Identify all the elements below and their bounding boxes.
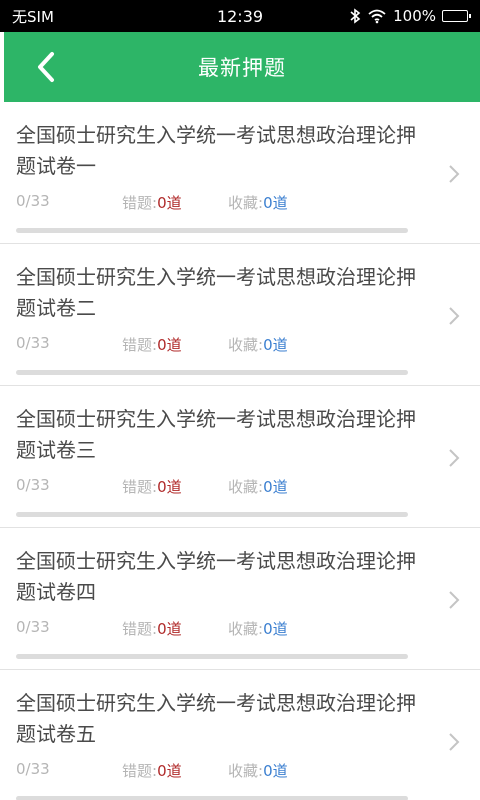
exam-list: 全国硕士研究生入学统一考试思想政治理论押题试卷一 0/33 错题:0道 收藏:0… bbox=[0, 102, 480, 800]
list-item[interactable]: 全国硕士研究生入学统一考试思想政治理论押题试卷一 0/33 错题:0道 收藏:0… bbox=[0, 102, 480, 244]
favorite-label: 收藏: bbox=[228, 194, 264, 212]
favorite-count: 收藏:0道 bbox=[228, 618, 288, 639]
favorite-label: 收藏: bbox=[228, 336, 264, 354]
exam-meta: 0/33 错题:0道 收藏:0道 bbox=[16, 192, 416, 214]
chevron-right-icon bbox=[449, 165, 460, 183]
progress-count: 0/33 bbox=[16, 476, 50, 494]
progress-count: 0/33 bbox=[16, 192, 50, 210]
status-bar: 无SIM 12:39 100% bbox=[0, 0, 480, 32]
progress-count: 0/33 bbox=[16, 760, 50, 778]
favorite-value: 0道 bbox=[263, 336, 288, 354]
favorite-label: 收藏: bbox=[228, 762, 264, 780]
chevron-right-icon bbox=[449, 307, 460, 325]
progress-bar bbox=[16, 512, 408, 517]
favorite-value: 0道 bbox=[263, 620, 288, 638]
wrong-label: 错题: bbox=[122, 620, 158, 638]
exam-title: 全国硕士研究生入学统一考试思想政治理论押题试卷五 bbox=[16, 691, 416, 746]
favorite-value: 0道 bbox=[263, 194, 288, 212]
chevron-right-icon bbox=[449, 449, 460, 467]
wrong-value: 0道 bbox=[157, 478, 182, 496]
wrong-count: 错题:0道 bbox=[122, 618, 182, 639]
nav-bar: 最新押题 bbox=[4, 32, 480, 102]
chevron-left-icon[interactable] bbox=[32, 50, 62, 84]
exam-title: 全国硕士研究生入学统一考试思想政治理论押题试卷四 bbox=[16, 549, 416, 604]
progress-count: 0/33 bbox=[16, 334, 50, 352]
wrong-value: 0道 bbox=[157, 336, 182, 354]
wrong-count: 错题:0道 bbox=[122, 476, 182, 497]
favorite-label: 收藏: bbox=[228, 620, 264, 638]
list-item[interactable]: 全国硕士研究生入学统一考试思想政治理论押题试卷五 0/33 错题:0道 收藏:0… bbox=[0, 670, 480, 800]
favorite-label: 收藏: bbox=[228, 478, 264, 496]
wrong-count: 错题:0道 bbox=[122, 760, 182, 781]
favorite-count: 收藏:0道 bbox=[228, 334, 288, 355]
exam-title: 全国硕士研究生入学统一考试思想政治理论押题试卷三 bbox=[16, 407, 416, 462]
favorite-count: 收藏:0道 bbox=[228, 192, 288, 213]
favorite-count: 收藏:0道 bbox=[228, 476, 288, 497]
page-title: 最新押题 bbox=[198, 56, 286, 80]
clock: 12:39 bbox=[216, 6, 264, 26]
wrong-label: 错题: bbox=[122, 762, 158, 780]
exam-meta: 0/33 错题:0道 收藏:0道 bbox=[16, 476, 416, 498]
wrong-value: 0道 bbox=[157, 194, 182, 212]
wrong-label: 错题: bbox=[122, 478, 158, 496]
list-item[interactable]: 全国硕士研究生入学统一考试思想政治理论押题试卷四 0/33 错题:0道 收藏:0… bbox=[0, 528, 480, 670]
wrong-label: 错题: bbox=[122, 336, 158, 354]
chevron-right-icon bbox=[449, 733, 460, 751]
wrong-value: 0道 bbox=[157, 762, 182, 780]
list-item[interactable]: 全国硕士研究生入学统一考试思想政治理论押题试卷二 0/33 错题:0道 收藏:0… bbox=[0, 244, 480, 386]
chevron-right-icon bbox=[449, 591, 460, 609]
favorite-count: 收藏:0道 bbox=[228, 760, 288, 781]
progress-count: 0/33 bbox=[16, 618, 50, 636]
exam-meta: 0/33 错题:0道 收藏:0道 bbox=[16, 760, 416, 782]
list-item[interactable]: 全国硕士研究生入学统一考试思想政治理论押题试卷三 0/33 错题:0道 收藏:0… bbox=[0, 386, 480, 528]
exam-meta: 0/33 错题:0道 收藏:0道 bbox=[16, 618, 416, 640]
wrong-count: 错题:0道 bbox=[122, 192, 182, 213]
wrong-count: 错题:0道 bbox=[122, 334, 182, 355]
progress-bar bbox=[16, 370, 408, 375]
wrong-value: 0道 bbox=[157, 620, 182, 638]
favorite-value: 0道 bbox=[263, 478, 288, 496]
favorite-value: 0道 bbox=[263, 762, 288, 780]
progress-bar bbox=[16, 228, 408, 233]
progress-bar bbox=[16, 654, 408, 659]
progress-bar bbox=[16, 796, 408, 800]
exam-title: 全国硕士研究生入学统一考试思想政治理论押题试卷二 bbox=[16, 265, 416, 320]
exam-title: 全国硕士研究生入学统一考试思想政治理论押题试卷一 bbox=[16, 123, 416, 178]
battery-icon bbox=[442, 10, 471, 22]
wrong-label: 错题: bbox=[122, 194, 158, 212]
exam-meta: 0/33 错题:0道 收藏:0道 bbox=[16, 334, 416, 356]
